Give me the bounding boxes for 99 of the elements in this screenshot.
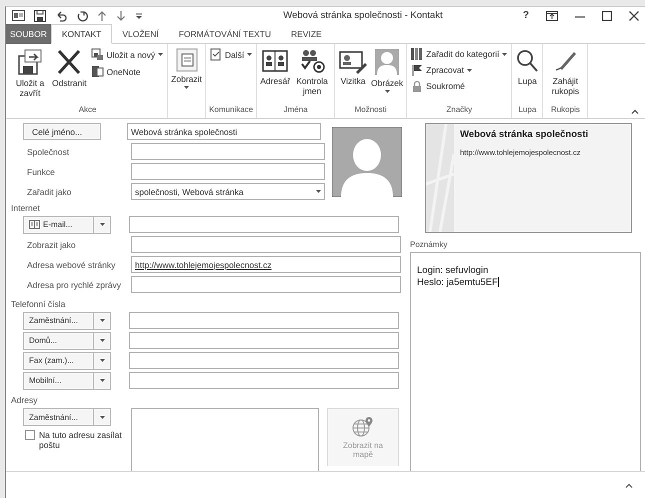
save-icon[interactable] bbox=[34, 10, 46, 22]
contact-photo-placeholder[interactable] bbox=[332, 127, 402, 197]
address-book-icon bbox=[29, 220, 40, 229]
text-cursor bbox=[498, 277, 499, 288]
lock-icon bbox=[411, 80, 424, 92]
group-label: Rukopis bbox=[550, 105, 581, 116]
category-grid-icon bbox=[411, 48, 424, 60]
input-field[interactable]: Webová stránka společnosti bbox=[127, 123, 321, 140]
ribbon-display-icon[interactable] bbox=[546, 10, 558, 20]
web-link[interactable]: http://www.tohlejemojespolecnost.cz bbox=[135, 260, 272, 270]
caret-icon bbox=[316, 190, 321, 193]
notes-label: Poznámky bbox=[410, 240, 448, 249]
ribbon-tab[interactable]: VLOŽENÍ bbox=[112, 24, 169, 44]
field-label: Adresa pro rychlé zprávy bbox=[26, 280, 122, 290]
ribbon-button[interactable]: Další bbox=[208, 47, 254, 62]
group-label: Lupa bbox=[517, 105, 538, 116]
person-icon bbox=[374, 48, 400, 76]
caret-icon bbox=[100, 223, 104, 226]
ribbon-button[interactable]: Lupa bbox=[514, 46, 540, 105]
input-field[interactable] bbox=[129, 216, 399, 233]
ribbon-button[interactable]: Obrázek bbox=[370, 46, 404, 105]
caret-icon bbox=[100, 359, 104, 362]
ribbon-tab[interactable]: FORMÁTOVÁNÍ TEXTU bbox=[168, 24, 281, 44]
floppy-icon bbox=[17, 48, 43, 76]
ribbon-button[interactable]: Uložit a zavřít bbox=[10, 46, 50, 105]
ribbon-button[interactable]: Adresář bbox=[259, 46, 292, 105]
field-type-button[interactable]: E-mail... bbox=[23, 216, 111, 234]
field-label: Funkce bbox=[26, 166, 56, 176]
ribbon-button[interactable]: Zahájit rukopis bbox=[545, 46, 586, 105]
globe-pin-icon bbox=[352, 416, 374, 436]
notes-field[interactable]: Login: sefuvlogin Heslo: ja5emtu5EF bbox=[410, 252, 641, 471]
input-field[interactable] bbox=[129, 312, 399, 329]
collapse-ribbon-icon[interactable] bbox=[631, 109, 639, 114]
notebook-icon bbox=[90, 65, 104, 78]
maximize-icon[interactable] bbox=[602, 10, 612, 20]
group-label: Komunikace bbox=[208, 105, 254, 116]
search-icon bbox=[515, 48, 540, 74]
section-heading: Adresy bbox=[11, 395, 38, 405]
ribbon-button[interactable]: Zařadit do kategorií bbox=[409, 47, 510, 61]
group-label: Akce bbox=[78, 105, 98, 116]
field-label: Společnost bbox=[26, 146, 70, 156]
input-field[interactable] bbox=[131, 236, 401, 253]
delete-icon bbox=[56, 48, 82, 76]
field-type-button[interactable]: Zaměstnání... bbox=[23, 408, 111, 426]
input-field[interactable] bbox=[131, 276, 401, 293]
group-label: Značky bbox=[445, 105, 474, 116]
caret-icon bbox=[100, 319, 104, 322]
redo-icon[interactable] bbox=[76, 10, 88, 22]
address-book-icon bbox=[261, 48, 290, 74]
address-field[interactable] bbox=[131, 408, 319, 471]
ribbon-tab[interactable]: KONTAKT bbox=[50, 24, 112, 44]
ribbon-button[interactable]: Odstranit bbox=[51, 46, 88, 105]
undo-icon[interactable] bbox=[55, 10, 67, 22]
field-label: Zobrazit jako bbox=[26, 240, 77, 250]
down-arrow-icon[interactable] bbox=[116, 10, 126, 22]
flag-icon bbox=[411, 64, 424, 76]
input-field[interactable] bbox=[129, 352, 399, 369]
window-title: Webová stránka společnosti - Kontakt bbox=[283, 10, 443, 21]
caret-icon bbox=[100, 416, 104, 418]
field-type-button[interactable]: Domů... bbox=[23, 332, 111, 350]
up-arrow-icon[interactable] bbox=[97, 10, 107, 22]
ribbon-button[interactable]: Zpracovat bbox=[409, 63, 510, 77]
group-label: Možnosti bbox=[354, 105, 388, 116]
ribbon-button[interactable]: Soukromé bbox=[409, 79, 510, 93]
input-field[interactable] bbox=[131, 163, 325, 180]
customize-icon[interactable] bbox=[135, 10, 143, 20]
page-icon bbox=[210, 48, 222, 61]
card-name: Webová stránka společnosti bbox=[460, 129, 588, 140]
ribbon-button[interactable]: OneNote bbox=[88, 64, 166, 79]
section-heading: Internet bbox=[11, 203, 41, 213]
input-field[interactable] bbox=[131, 143, 325, 160]
checkbox-label: Na tuto adresu zasílat poštu bbox=[39, 430, 123, 450]
field-type-button[interactable]: Zaměstnání... bbox=[23, 312, 111, 330]
save-new-icon bbox=[90, 48, 104, 61]
expand-up-icon[interactable] bbox=[625, 483, 633, 488]
caret-icon bbox=[100, 339, 104, 342]
contact-card-icon[interactable] bbox=[12, 10, 25, 21]
input-field[interactable] bbox=[129, 332, 399, 349]
file-tab[interactable]: SOUBOR bbox=[6, 24, 51, 44]
ribbon-button[interactable]: Zobrazit bbox=[170, 46, 203, 105]
file-as-dropdown[interactable]: společnosti, Webová stránka bbox=[131, 183, 325, 200]
section-heading: Telefonní čísla bbox=[11, 299, 66, 309]
field-type-button[interactable]: Fax (zam.)... bbox=[23, 352, 111, 370]
help-button[interactable]: ? bbox=[522, 10, 529, 21]
ribbon-button[interactable]: Kontrola jmen bbox=[292, 46, 332, 105]
pages-icon bbox=[176, 48, 198, 72]
checkbox[interactable] bbox=[25, 430, 35, 440]
close-icon[interactable] bbox=[629, 10, 639, 20]
full-name-button[interactable]: Celé jméno... bbox=[23, 123, 101, 140]
input-field[interactable]: http://www.tohlejemojespolecnost.cz bbox=[131, 256, 401, 273]
field-type-button[interactable]: Mobilní... bbox=[23, 372, 111, 390]
ribbon-button[interactable]: Vizitka bbox=[337, 46, 370, 105]
input-field[interactable] bbox=[129, 372, 399, 389]
ribbon-tab[interactable]: REVIZE bbox=[281, 24, 332, 44]
group-label: Jména bbox=[282, 105, 309, 116]
ribbon-button[interactable]: Uložit a nový bbox=[88, 47, 166, 62]
caret-icon bbox=[100, 379, 104, 382]
field-label: Adresa webové stránky bbox=[26, 260, 116, 270]
field-label: Zařadit jako bbox=[26, 186, 72, 196]
